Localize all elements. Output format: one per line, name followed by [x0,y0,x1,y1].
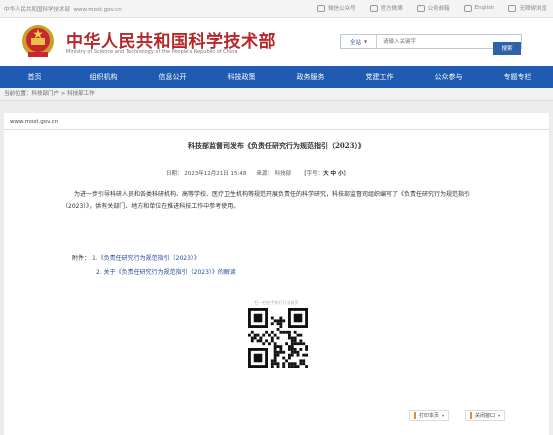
search-button-wrap: 搜索 [493,35,521,55]
font-size-control: 【字号：大 中 小】 [301,171,349,177]
article-title: 科技部监督司发布《负责任研究行为规范指引（2023）》 [188,141,365,150]
font-size-options[interactable]: 大 中 小 [323,171,343,177]
article-body: 为进一步引导科研人员和各类科研机构、高等学校、医疗卫生机构等规范开展负责任的科学… [62,191,471,210]
nav-organization[interactable]: 组织机构 [69,66,138,88]
site-header: 中华人民共和国科学技术部 Ministry of Science and Tec… [0,18,553,66]
nav-topics[interactable]: 专题专栏 [483,66,552,88]
nav-services[interactable]: 政务服务 [276,66,345,88]
article-meta: 日期： 2023年12月21日 15:48 来源： 科技部 【字号：大 中 小】 [166,169,349,177]
nav-party[interactable]: 党建工作 [345,66,414,88]
nav-info-disclosure[interactable]: 信息公开 [138,66,207,88]
english-icon [463,4,472,12]
qr-label: 扫一扫在手机打开当前页 [254,300,299,305]
accessibility-link[interactable]: 无障碍浏览 [508,4,547,12]
weibo-icon [369,4,378,12]
qr-code-icon [248,308,308,368]
breadcrumb-path[interactable]: 科技部门户 > 科技部工作 [32,91,95,97]
wechat-icon [317,4,326,12]
top-utility-bar: 中华人民共和国科学技术部 www.most.gov.cn 微信公众号 官方微博 … [0,0,553,18]
english-link[interactable]: English [463,4,494,12]
divider [4,129,549,130]
print-button[interactable]: 打印本页 ▾ [409,410,450,421]
search-scope-select[interactable]: 全站 ▼ [341,35,377,48]
site-title-english: Ministry of Science and Technology of th… [66,49,238,55]
article-actions: 打印本页 ▾ 关闭窗口 ▾ [409,410,506,421]
search-button[interactable]: 搜索 [493,41,521,55]
breadcrumb: 当前位置：科技部门户 > 科技部工作 [0,88,553,101]
article-source: 来源： 科技部 [256,171,292,177]
topbar-site: 中华人民共和国科学技术部 www.most.gov.cn [4,5,122,13]
mail-icon [416,4,425,12]
accessibility-icon [508,4,517,12]
article-panel: www.most.gov.cn 科技部监督司发布《负责任研究行为规范指引（202… [4,113,549,435]
attachment-link-1[interactable]: 1.《负责任研究行为规范指引（2023）》 [92,255,200,262]
attachments: 附件： 1.《负责任研究行为规范指引（2023）》 [72,253,200,262]
nav-policy[interactable]: 科技政策 [207,66,276,88]
mail-link[interactable]: 公务邮箱 [416,4,450,12]
article-date: 日期： 2023年12月21日 15:48 [166,171,247,177]
national-emblem-icon[interactable] [21,24,55,60]
print-icon: ▾ [442,413,445,418]
main-nav: 首页 组织机构 信息公开 科技政策 政务服务 党建工作 公众参与 专题专栏 [0,66,553,88]
nav-participation[interactable]: 公众参与 [414,66,483,88]
weibo-link[interactable]: 官方微博 [369,4,403,12]
topbar-links: 微信公众号 官方微博 公务邮箱 English 无障碍浏览 [317,4,547,12]
chevron-down-icon: ▼ [363,39,368,44]
breadcrumb-label: 当前位置： [4,91,32,97]
wechat-link[interactable]: 微信公众号 [317,4,356,12]
article-domain: www.most.gov.cn [10,119,59,125]
attachment-label: 附件： [72,255,91,262]
close-window-button[interactable]: 关闭窗口 ▾ [465,410,506,421]
nav-home[interactable]: 首页 [0,66,69,88]
print-marker-icon [414,412,416,419]
close-icon: ▾ [498,413,501,418]
topbar-url: www.most.gov.cn [73,7,122,13]
close-marker-icon [470,412,473,419]
attachment-link-2[interactable]: 2. 关于《负责任研究行为规范指引（2023）》的解读 [96,267,236,276]
topbar-site-name: 中华人民共和国科学技术部 [4,7,71,13]
